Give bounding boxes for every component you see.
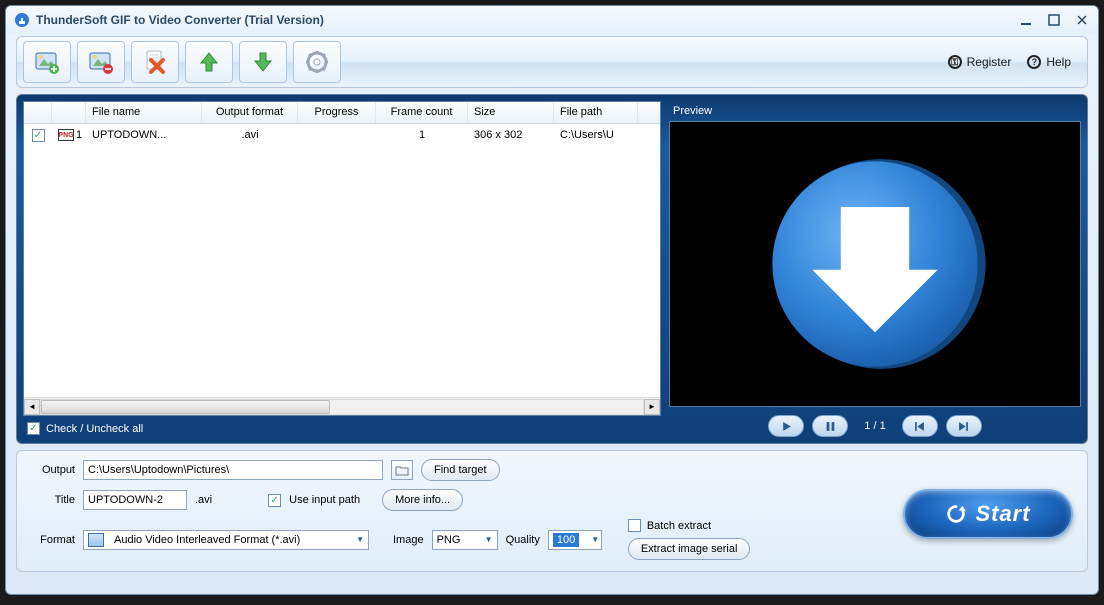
close-button[interactable] <box>1074 12 1090 28</box>
move-up-button[interactable] <box>185 41 233 83</box>
app-icon <box>14 12 30 28</box>
use-input-path-checkbox[interactable]: ✓ <box>268 494 281 507</box>
avi-icon <box>88 533 104 547</box>
start-button[interactable]: Start <box>903 489 1073 539</box>
start-label: Start <box>975 501 1030 527</box>
check-all-checkbox[interactable]: ✓ <box>27 422 40 435</box>
header-file-path[interactable]: File path <box>554 102 638 123</box>
output-label: Output <box>29 464 75 476</box>
settings-button[interactable] <box>293 41 341 83</box>
chevron-down-icon: ▼ <box>591 535 599 544</box>
batch-extract-label: Batch extract <box>647 520 711 532</box>
add-file-button[interactable] <box>23 41 71 83</box>
preview-image <box>761 150 989 378</box>
image-format-select[interactable]: PNG ▼ <box>432 530 498 550</box>
title-extension: .avi <box>195 494 212 506</box>
refresh-icon <box>945 503 967 525</box>
scroll-left-arrow[interactable]: ◄ <box>24 399 40 415</box>
pause-button[interactable] <box>812 415 848 437</box>
header-frame-count[interactable]: Frame count <box>376 102 468 123</box>
horizontal-scrollbar[interactable]: ◄ ► <box>24 397 660 415</box>
use-input-path-label: Use input path <box>289 494 360 506</box>
file-table-header: File name Output format Progress Frame c… <box>24 102 660 124</box>
header-checkbox-col <box>24 102 52 123</box>
play-button[interactable] <box>768 415 804 437</box>
key-icon: ⚿ <box>948 55 962 69</box>
help-link[interactable]: ? Help <box>1027 55 1071 69</box>
titlebar: ThunderSoft GIF to Video Converter (Tria… <box>6 6 1098 34</box>
row-size: 306 x 302 <box>468 127 554 143</box>
find-target-button[interactable]: Find target <box>421 459 500 481</box>
row-file-path: C:\Users\U <box>554 127 638 143</box>
png-icon: PNG <box>58 129 74 141</box>
more-info-button[interactable]: More info... <box>382 489 463 511</box>
toolbar: ⚿ Register ? Help <box>16 36 1088 88</box>
format-value: Audio Video Interleaved Format (*.avi) <box>114 534 350 546</box>
check-all-row: ✓ Check / Uncheck all <box>23 420 661 437</box>
move-down-button[interactable] <box>239 41 287 83</box>
scroll-thumb[interactable] <box>41 400 330 414</box>
header-file-name[interactable]: File name <box>86 102 202 123</box>
minimize-button[interactable] <box>1018 12 1034 28</box>
window-title: ThunderSoft GIF to Video Converter (Tria… <box>36 13 1018 27</box>
frame-indicator: 1 / 1 <box>864 420 885 432</box>
file-table: File name Output format Progress Frame c… <box>23 101 661 416</box>
header-size[interactable]: Size <box>468 102 554 123</box>
preview-viewport <box>669 121 1081 407</box>
quality-value: 100 <box>553 533 579 547</box>
format-select[interactable]: Audio Video Interleaved Format (*.avi) ▼ <box>83 530 369 550</box>
remove-file-button[interactable] <box>77 41 125 83</box>
row-index: PNG1 <box>52 127 86 143</box>
file-table-body: ✓ PNG1 UPTODOWN... .avi 1 306 x 302 C:\U… <box>24 124 660 397</box>
output-path-input[interactable] <box>83 460 383 480</box>
image-format-value: PNG <box>437 534 479 546</box>
row-progress <box>298 133 376 137</box>
file-list-panel: File name Output format Progress Frame c… <box>23 101 661 437</box>
title-label: Title <box>29 494 75 506</box>
table-row[interactable]: ✓ PNG1 UPTODOWN... .avi 1 306 x 302 C:\U… <box>24 124 660 146</box>
window-buttons <box>1018 12 1090 28</box>
media-controls: 1 / 1 <box>669 415 1081 437</box>
help-icon: ? <box>1027 55 1041 69</box>
browse-output-button[interactable] <box>391 460 413 480</box>
quality-select[interactable]: 100 ▼ <box>548 530 602 550</box>
register-link[interactable]: ⚿ Register <box>948 55 1012 69</box>
extract-serial-button[interactable]: Extract image serial <box>628 538 751 560</box>
format-label: Format <box>29 534 75 546</box>
check-all-label: Check / Uncheck all <box>46 423 143 435</box>
prev-frame-button[interactable] <box>902 415 938 437</box>
main-panel: File name Output format Progress Frame c… <box>16 94 1088 444</box>
help-label: Help <box>1046 55 1071 69</box>
scroll-track[interactable] <box>40 399 644 415</box>
clear-list-button[interactable] <box>131 41 179 83</box>
batch-extract-checkbox[interactable] <box>628 519 641 532</box>
scroll-right-arrow[interactable]: ► <box>644 399 660 415</box>
row-file-name: UPTODOWN... <box>86 127 202 143</box>
row-checkbox[interactable]: ✓ <box>32 129 45 142</box>
register-label: Register <box>967 55 1012 69</box>
row-frame-count: 1 <box>376 127 468 143</box>
preview-label: Preview <box>669 101 1081 121</box>
bottom-panel: Output Find target Title .avi ✓ Use inpu… <box>16 450 1088 572</box>
header-index-col <box>52 102 86 123</box>
header-output-format[interactable]: Output format <box>202 102 298 123</box>
chevron-down-icon: ▼ <box>356 535 364 544</box>
image-label: Image <box>393 534 424 546</box>
app-window: ThunderSoft GIF to Video Converter (Tria… <box>5 5 1099 595</box>
chevron-down-icon: ▼ <box>485 535 493 544</box>
header-progress[interactable]: Progress <box>298 102 376 123</box>
quality-label: Quality <box>506 534 540 546</box>
title-input[interactable] <box>83 490 187 510</box>
maximize-button[interactable] <box>1046 12 1062 28</box>
preview-panel: Preview 1 <box>669 101 1081 437</box>
next-frame-button[interactable] <box>946 415 982 437</box>
row-output-format: .avi <box>202 127 298 143</box>
